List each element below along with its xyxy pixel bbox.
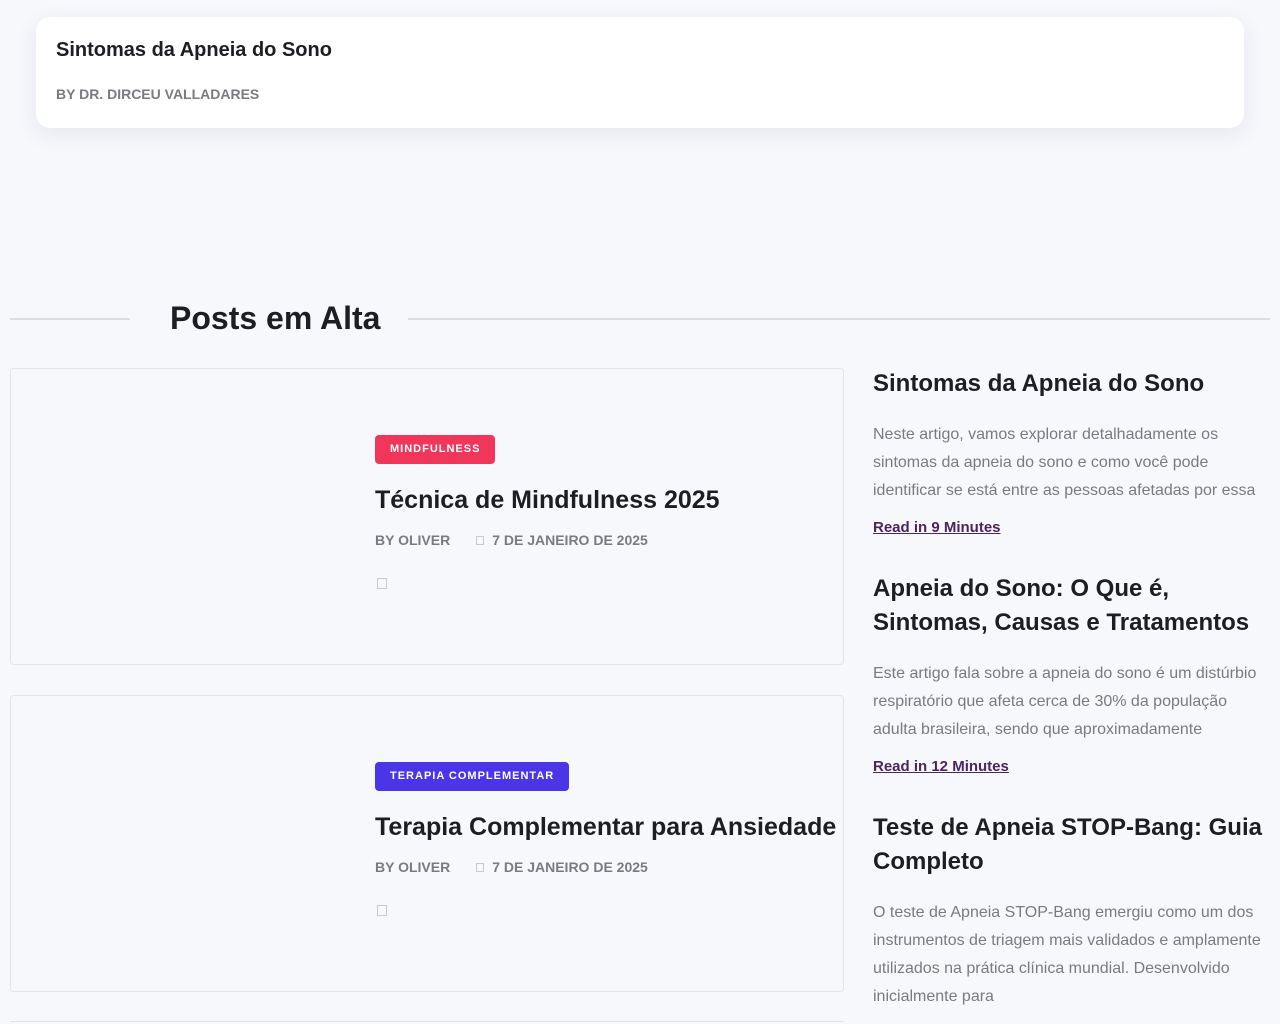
calendar-icon (476, 535, 485, 545)
sidebar-post: Sintomas da Apneia do Sono Neste artigo,… (873, 367, 1268, 537)
sidebar-post: Teste de Apneia STOP-Bang: Guia Completo… (873, 811, 1268, 1011)
post-card-top-edge (10, 1021, 844, 1022)
post-thumbnail[interactable] (11, 369, 341, 664)
comment-icon[interactable] (377, 905, 387, 916)
featured-post-author: BY DR. DIRCEU VALLADARES (56, 86, 260, 102)
read-time-link[interactable]: Read in 12 Minutes (873, 758, 1009, 775)
sidebar-post-excerpt: Neste artigo, vamos explorar detalhadame… (873, 426, 1256, 499)
calendar-icon (476, 862, 485, 872)
post-meta: BY OLIVER 7 DE JANEIRO DE 2025 (375, 532, 648, 548)
section-divider-right (408, 318, 1270, 320)
section-title: Posts em Alta (170, 300, 381, 336)
sidebar-post-excerpt: Este artigo fala sobre a apneia do sono … (873, 665, 1257, 738)
featured-post-title[interactable]: Sintomas da Apneia do Sono (56, 39, 332, 62)
post-meta: BY OLIVER 7 DE JANEIRO DE 2025 (375, 859, 648, 875)
trending-post-card[interactable]: TERAPIA COMPLEMENTAR Terapia Complementa… (10, 695, 844, 992)
read-time-link[interactable]: Read in 9 Minutes (873, 519, 1001, 536)
trending-post-card[interactable]: MINDFULNESS Técnica de Mindfulness 2025 … (10, 368, 844, 665)
category-badge[interactable]: TERAPIA COMPLEMENTAR (375, 762, 570, 791)
post-author[interactable]: BY OLIVER (375, 859, 450, 875)
post-title[interactable]: Técnica de Mindfulness 2025 (375, 483, 720, 517)
sidebar-post-title[interactable]: Apneia do Sono: O Que é, Sintomas, Causa… (873, 572, 1268, 640)
section-divider-left (10, 318, 130, 320)
sidebar-post-excerpt: O teste de Apneia STOP-Bang emergiu como… (873, 904, 1261, 1005)
post-thumbnail[interactable] (11, 696, 341, 991)
sidebar-post-title[interactable]: Sintomas da Apneia do Sono (873, 367, 1268, 401)
sidebar-post: Apneia do Sono: O Que é, Sintomas, Causa… (873, 572, 1268, 776)
comment-icon[interactable] (377, 578, 387, 589)
post-date: 7 DE JANEIRO DE 2025 (492, 532, 648, 548)
featured-post-card[interactable]: Sintomas da Apneia do Sono BY DR. DIRCEU… (36, 17, 1244, 128)
post-title[interactable]: Terapia Complementar para Ansiedade (375, 810, 836, 844)
category-badge[interactable]: MINDFULNESS (375, 435, 496, 464)
post-date: 7 DE JANEIRO DE 2025 (492, 859, 648, 875)
post-author[interactable]: BY OLIVER (375, 532, 450, 548)
sidebar-post-title[interactable]: Teste de Apneia STOP-Bang: Guia Completo (873, 811, 1268, 879)
